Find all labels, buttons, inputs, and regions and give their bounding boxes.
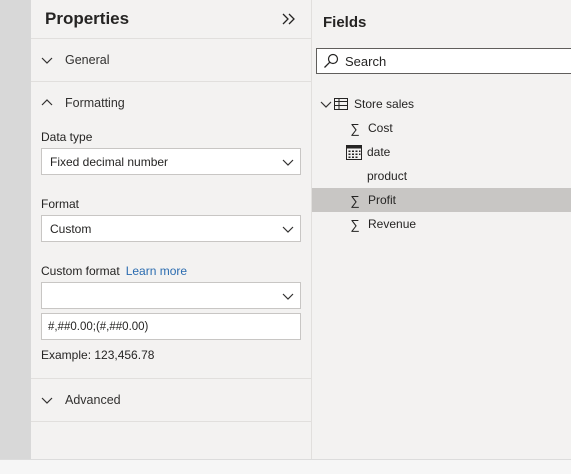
data-type-dropdown[interactable]: Fixed decimal number [41,148,301,175]
chevron-up-icon [41,97,53,109]
chevron-down-icon [282,223,294,235]
chevron-down-icon [282,156,294,168]
field-cost[interactable]: ∑ Cost [312,116,571,140]
table-store-sales[interactable]: Store sales [312,92,571,116]
section-formatting-label: Formatting [65,96,125,110]
properties-title: Properties [45,9,130,28]
section-advanced[interactable]: Advanced [31,378,311,422]
fields-pane: Fields Search Store sales ∑ Cost date pr… [312,0,571,459]
field-date[interactable]: date [312,140,571,164]
chevron-down-icon [282,290,294,302]
double-chevron-right-icon [282,13,295,25]
custom-format-dropdown[interactable] [41,282,301,309]
table-name: Store sales [354,97,415,111]
sigma-icon: ∑ [350,216,360,232]
search-icon [323,53,339,69]
collapse-pane-button[interactable] [279,9,299,29]
data-type-label: Data type [41,130,93,144]
chevron-down-icon [320,97,332,111]
properties-header: Properties [31,0,311,38]
field-profit[interactable]: ∑ Profit [312,188,571,212]
data-type-value: Fixed decimal number [50,154,169,169]
format-label: Format [41,197,80,211]
sigma-icon: ∑ [350,192,360,208]
custom-format-label: Custom format [41,264,120,278]
left-rail [0,0,31,473]
field-revenue[interactable]: ∑ Revenue [312,212,571,236]
calendar-icon [346,144,362,160]
search-input[interactable]: Search [316,48,571,74]
bottom-bar [0,459,571,474]
sigma-icon: ∑ [350,120,360,136]
section-formatting[interactable]: Formatting [31,81,311,124]
properties-pane: Properties General Formatting Data type … [31,0,312,459]
section-advanced-label: Advanced [65,393,121,407]
field-product[interactable]: product [312,164,571,188]
custom-format-input[interactable] [41,313,301,340]
section-general-label: General [65,53,110,67]
section-general[interactable]: General [31,38,311,81]
format-value: Custom [50,221,92,236]
table-icon [334,97,348,111]
formatting-body: Data type Fixed decimal number Format Cu… [31,124,311,362]
custom-format-label-row: Custom format Learn more [41,264,301,278]
learn-more-link[interactable]: Learn more [126,264,187,278]
search-placeholder: Search [345,53,387,69]
field-label: Cost [368,121,393,135]
chevron-down-icon [41,54,53,66]
field-label: Revenue [368,217,417,231]
field-label: Profit [368,193,397,207]
field-label: product [367,169,408,183]
chevron-down-icon [41,394,53,406]
format-example: Example: 123,456.78 [41,348,155,362]
fields-tree: Store sales ∑ Cost date product ∑ Profit… [312,92,571,236]
fields-title: Fields [323,14,367,31]
format-dropdown[interactable]: Custom [41,215,301,242]
field-label: date [367,145,391,159]
